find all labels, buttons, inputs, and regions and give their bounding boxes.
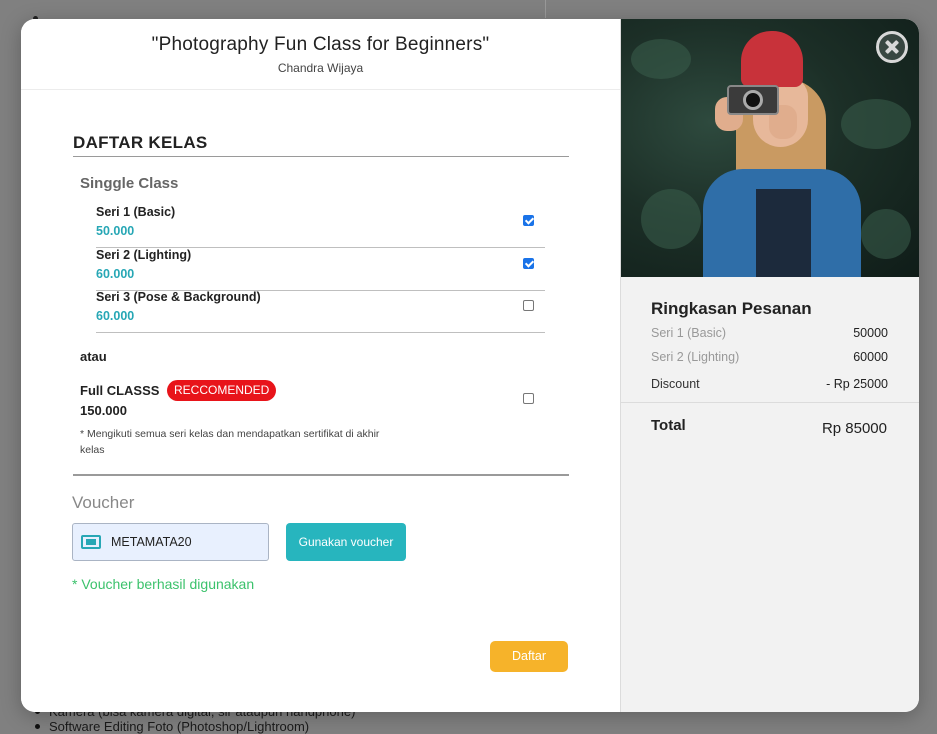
discount-label: Discount: [651, 377, 700, 391]
instructor-name: Chandra Wijaya: [277, 61, 364, 75]
class-registration-panel: "Photography Fun Class for Beginners" Ch…: [21, 19, 620, 712]
background-divider: [545, 0, 546, 18]
class-list-heading: DAFTAR KELAS: [73, 133, 208, 152]
background-list-item: Software Editing Foto (Photoshop/Lightro…: [33, 719, 355, 734]
voucher-input-value: METAMATA20: [111, 535, 192, 549]
summary-line-label: Seri 2 (Lighting): [651, 350, 740, 364]
register-button[interactable]: Daftar: [490, 641, 568, 672]
camera-icon: [727, 85, 779, 115]
class-option-checkbox[interactable]: [523, 300, 534, 311]
single-class-heading: Singgle Class: [80, 175, 179, 192]
full-class-name: Full CLASSS: [80, 383, 160, 398]
order-summary-panel: Ringkasan Pesanan Seri 1 (Basic) 50000 S…: [620, 19, 919, 712]
registration-modal: "Photography Fun Class for Beginners" Ch…: [21, 19, 919, 712]
class-option-price: 50.000: [96, 224, 135, 238]
class-option-name: Seri 1 (Basic): [96, 205, 176, 219]
summary-divider: [621, 402, 919, 403]
foliage-shape: [631, 39, 691, 79]
voucher-heading: Voucher: [72, 493, 135, 512]
class-cover-photo: [621, 19, 919, 277]
ticket-icon: [81, 535, 101, 549]
photo-red-beanie: [741, 31, 803, 87]
full-class-checkbox[interactable]: [523, 393, 534, 404]
class-option-price: 60.000: [96, 267, 135, 281]
summary-line-value: 60000: [853, 350, 888, 364]
class-option-seri-1[interactable]: Seri 1 (Basic) 50.000: [96, 205, 545, 248]
total-value: Rp 85000: [821, 420, 887, 437]
voucher-success-message: * Voucher berhasil digunakan: [72, 576, 255, 592]
class-title: "Photography Fun Class for Beginners": [151, 34, 490, 55]
foliage-shape: [841, 99, 911, 149]
full-class-price: 150.000: [80, 403, 127, 418]
foliage-shape: [641, 189, 701, 249]
total-label: Total: [651, 417, 686, 434]
row-divider: [96, 332, 545, 333]
modal-header: "Photography Fun Class for Beginners" Ch…: [21, 19, 620, 90]
apply-voucher-button[interactable]: Gunakan voucher: [286, 523, 406, 561]
or-label: atau: [80, 349, 107, 364]
summary-line-label: Seri 1 (Basic): [651, 326, 727, 340]
class-option-price: 60.000: [96, 309, 135, 323]
summary-line-value: 50000: [853, 326, 888, 340]
class-option-checkbox[interactable]: [523, 258, 534, 269]
foliage-shape: [861, 209, 911, 259]
camera-lens: [743, 90, 763, 110]
class-option-seri-3[interactable]: Seri 3 (Pose & Background) 60.000: [96, 290, 545, 333]
class-option-name: Seri 2 (Lighting): [96, 248, 192, 262]
class-option-checkbox[interactable]: [523, 215, 534, 226]
section-divider: [73, 474, 569, 476]
recommended-badge: RECCOMENDED: [167, 380, 277, 401]
close-circle-icon[interactable]: [876, 31, 908, 63]
photo-shirt: [756, 189, 811, 277]
class-option-name: Seri 3 (Pose & Background): [96, 290, 261, 304]
discount-value: - Rp 25000: [826, 377, 888, 391]
class-option-seri-2[interactable]: Seri 2 (Lighting) 60.000: [96, 248, 545, 291]
voucher-input[interactable]: METAMATA20: [72, 523, 269, 561]
section-divider: [73, 156, 569, 157]
order-summary-title: Ringkasan Pesanan: [651, 299, 812, 318]
full-class-note: * Mengikuti semua seri kelas dan mendapa…: [80, 428, 380, 456]
